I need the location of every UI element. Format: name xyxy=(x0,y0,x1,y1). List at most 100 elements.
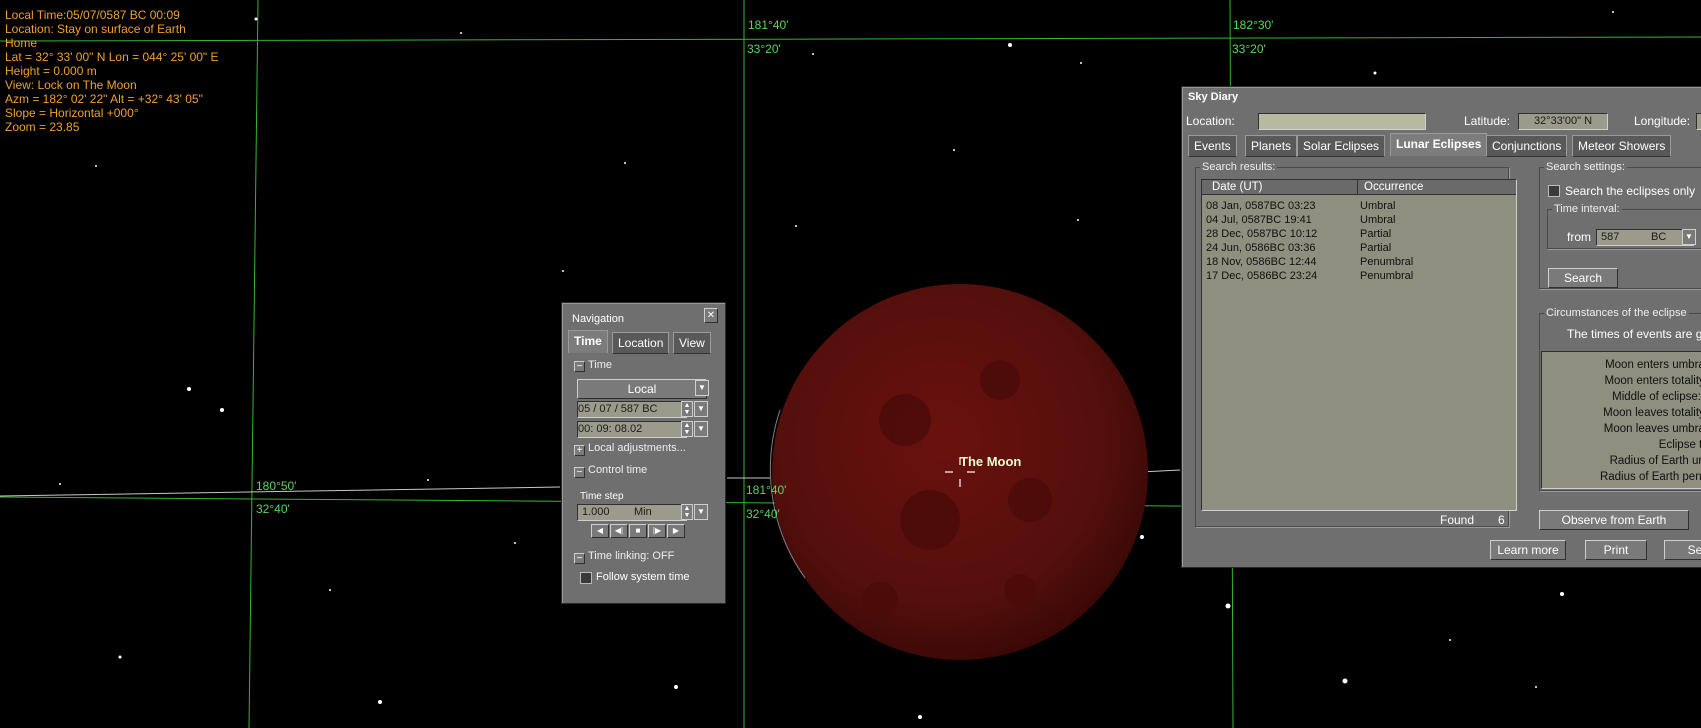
circ-middle-of-eclipse: Middle of eclipse: ( xyxy=(1612,391,1701,403)
learn-more-button[interactable]: Learn more xyxy=(1490,540,1566,560)
circ-moon-leaves-umbra: Moon leaves umbra: xyxy=(1603,423,1701,435)
moon-disk xyxy=(772,284,1148,660)
found-count: 6 xyxy=(1498,513,1505,527)
local-time-text: Local Time:05/07/0587 BC 00:09 xyxy=(5,8,180,22)
time-mode-value: Local xyxy=(627,382,657,396)
longitude-label: Longitude: xyxy=(1634,114,1691,128)
search-results-label: Search results: xyxy=(1200,161,1278,173)
sky-diary-title: Sky Diary xyxy=(1188,91,1239,103)
column-header-occurrence[interactable]: Occurrence xyxy=(1364,180,1423,195)
grid-label: 33°20' xyxy=(747,42,781,56)
time-step-field[interactable]: 1.000 Min xyxy=(577,504,687,521)
latlon-text: Lat = 32° 33' 00" N Lon = 044° 25' 00" E xyxy=(5,50,219,64)
cell-date: 24 Jun, 0586BC 03:36 xyxy=(1206,242,1316,254)
collapse-control-time-button[interactable]: − xyxy=(574,467,585,478)
rewind-fast-icon[interactable]: ◀ xyxy=(591,524,609,538)
play-icon[interactable]: ▶ xyxy=(667,524,685,538)
location-text: Location: Stay on surface of Earth xyxy=(5,22,186,36)
time-step-label: Time step xyxy=(580,491,624,502)
circ-moon-enters-totality: Moon enters totality: xyxy=(1604,375,1701,387)
control-time-label: Control time xyxy=(586,464,650,476)
search-button[interactable]: Search xyxy=(1548,268,1618,288)
chevron-down-icon[interactable]: ▼ xyxy=(1682,229,1696,245)
date-spinner[interactable]: ▲ ▼ xyxy=(681,401,693,417)
results-table: Date (UT) Occurrence 08 Jan, 0587BC 03:2… xyxy=(1201,179,1517,511)
step-forward-icon[interactable]: |▶ xyxy=(648,524,666,538)
grid-label: 180°50' xyxy=(256,479,297,493)
tab-view[interactable]: View xyxy=(673,332,711,354)
tab-planets[interactable]: Planets xyxy=(1245,135,1298,157)
circ-moon-leaves-totality: Moon leaves totality: xyxy=(1603,407,1701,419)
chevron-down-icon[interactable]: ▼ xyxy=(694,504,708,520)
moon-label[interactable]: The Moon xyxy=(960,454,1021,469)
azm-alt-text: Azm = 182° 02' 22" Alt = +32° 43' 05" xyxy=(5,92,203,106)
from-era-value: BC xyxy=(1651,231,1667,243)
close-icon[interactable]: ✕ xyxy=(704,308,718,323)
circ-moon-enters-umbra: Moon enters umbra: xyxy=(1605,359,1701,371)
observe-from-earth-button[interactable]: Observe from Earth xyxy=(1539,510,1689,530)
grid-label: 32°40' xyxy=(256,502,290,516)
circumstances-label: Circumstances of the eclipse xyxy=(1544,307,1689,319)
print-button[interactable]: Print xyxy=(1585,540,1647,560)
grid-label: 181°40' xyxy=(746,483,787,497)
cell-occurrence: Umbral xyxy=(1360,200,1396,212)
view-text: View: Lock on The Moon xyxy=(5,78,137,92)
latitude-label: Latitude: xyxy=(1464,114,1511,128)
location-field[interactable] xyxy=(1258,113,1426,130)
found-label: Found xyxy=(1440,513,1475,527)
time-step-spinner[interactable]: ▲ ▼ xyxy=(681,504,693,520)
times-note: The times of events are g xyxy=(1567,327,1701,341)
cell-date: 18 Nov, 0586BC 12:44 xyxy=(1206,256,1317,268)
results-header: Date (UT) Occurrence xyxy=(1202,180,1516,195)
search-eclipses-only-checkbox[interactable] xyxy=(1548,185,1560,197)
tab-location[interactable]: Location xyxy=(612,332,670,354)
chevron-down-icon[interactable]: ▼ xyxy=(694,421,708,437)
tab-lunar-eclipses[interactable]: Lunar Eclipses xyxy=(1390,133,1488,156)
tab-solar-eclipses[interactable]: Solar Eclipses xyxy=(1297,135,1386,157)
navigation-panel: Navigation ✕ Time Location View − Time L… xyxy=(561,302,726,604)
time-step-value: 1.000 xyxy=(582,506,610,518)
from-label: from xyxy=(1567,230,1591,244)
local-adjustments-link[interactable]: Local adjustments... xyxy=(586,442,688,454)
search-eclipses-only-label: Search the eclipses only xyxy=(1565,184,1696,198)
cell-occurrence: Partial xyxy=(1360,228,1392,240)
cell-occurrence: Umbral xyxy=(1360,214,1396,226)
circ-radius-penumbra: Radius of Earth penu xyxy=(1599,471,1701,483)
time-field[interactable]: 00: 09: 08.02 xyxy=(577,421,687,438)
follow-system-time-checkbox[interactable] xyxy=(580,572,592,584)
grid-label: 182°30' xyxy=(1233,18,1274,32)
date-field[interactable]: 05 / 07 / 587 BC xyxy=(577,401,687,418)
time-mode-select[interactable]: Local xyxy=(577,379,707,399)
cell-occurrence: Penumbral xyxy=(1360,256,1414,268)
step-back-icon[interactable]: ◀| xyxy=(610,524,628,538)
follow-system-time-label: Follow system time xyxy=(596,571,690,583)
circ-radius-umbra: Radius of Earth um xyxy=(1609,455,1701,467)
sky-diary-window: Sky Diary Location: Latitude: 32°33'00" … xyxy=(1181,86,1701,568)
expand-local-adjustments-button[interactable]: + xyxy=(574,445,585,456)
save-button[interactable]: Se xyxy=(1664,540,1701,560)
chevron-down-icon[interactable]: ▼ xyxy=(695,380,709,396)
location-label: Location: xyxy=(1186,114,1235,128)
collapse-time-button[interactable]: − xyxy=(574,361,585,372)
zoom-text: Zoom = 23.85 xyxy=(5,120,80,134)
from-year-value: 587 xyxy=(1601,231,1620,243)
cell-occurrence: Partial xyxy=(1360,242,1392,254)
navigation-title: Navigation xyxy=(572,313,624,325)
from-year-field[interactable]: 587 BC xyxy=(1596,229,1694,246)
tab-time[interactable]: Time xyxy=(568,330,608,353)
status-overlay: Local Time:05/07/0587 BC 00:09 Location:… xyxy=(5,8,219,134)
latitude-field[interactable]: 32°33'00" N xyxy=(1518,113,1608,130)
chevron-down-icon[interactable]: ▼ xyxy=(694,401,708,417)
grid-label: 32°40' xyxy=(746,507,780,521)
time-step-unit: Min xyxy=(634,506,652,518)
column-header-date[interactable]: Date (UT) xyxy=(1212,180,1262,195)
longitude-field[interactable] xyxy=(1696,113,1701,130)
time-spinner[interactable]: ▲ ▼ xyxy=(681,421,693,437)
circ-eclipse-type: Eclipse ty xyxy=(1658,439,1701,451)
stop-icon[interactable]: ■ xyxy=(629,524,647,538)
tab-events[interactable]: Events xyxy=(1188,135,1237,157)
tab-meteor-showers[interactable]: Meteor Showers xyxy=(1572,135,1672,157)
tab-conjunctions[interactable]: Conjunctions xyxy=(1486,135,1568,157)
collapse-time-linking-button[interactable]: − xyxy=(574,553,585,564)
height-text: Height = 0.000 m xyxy=(5,64,97,78)
